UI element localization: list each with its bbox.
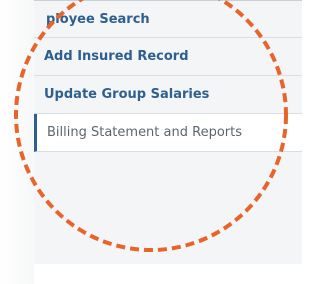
sidebar-empty-area <box>34 152 302 264</box>
sidebar-item-add-insured-record[interactable]: Add Insured Record <box>34 38 302 76</box>
sidebar-item-label: Billing Statement and Reports <box>47 125 242 140</box>
sidebar-item-update-group-salaries[interactable]: Update Group Salaries <box>34 76 302 114</box>
sidebar-item-employee-search[interactable]: ployee Search <box>34 1 302 38</box>
left-blur-region <box>0 0 34 284</box>
sidebar-item-label: ployee Search <box>46 11 150 27</box>
sidebar-nav: ployee Search Add Insured Record Update … <box>34 0 302 264</box>
sidebar-item-label: Update Group Salaries <box>44 87 210 102</box>
sidebar-item-billing-statement-and-reports[interactable]: Billing Statement and Reports <box>34 114 302 152</box>
sidebar-item-label: Add Insured Record <box>44 49 189 64</box>
